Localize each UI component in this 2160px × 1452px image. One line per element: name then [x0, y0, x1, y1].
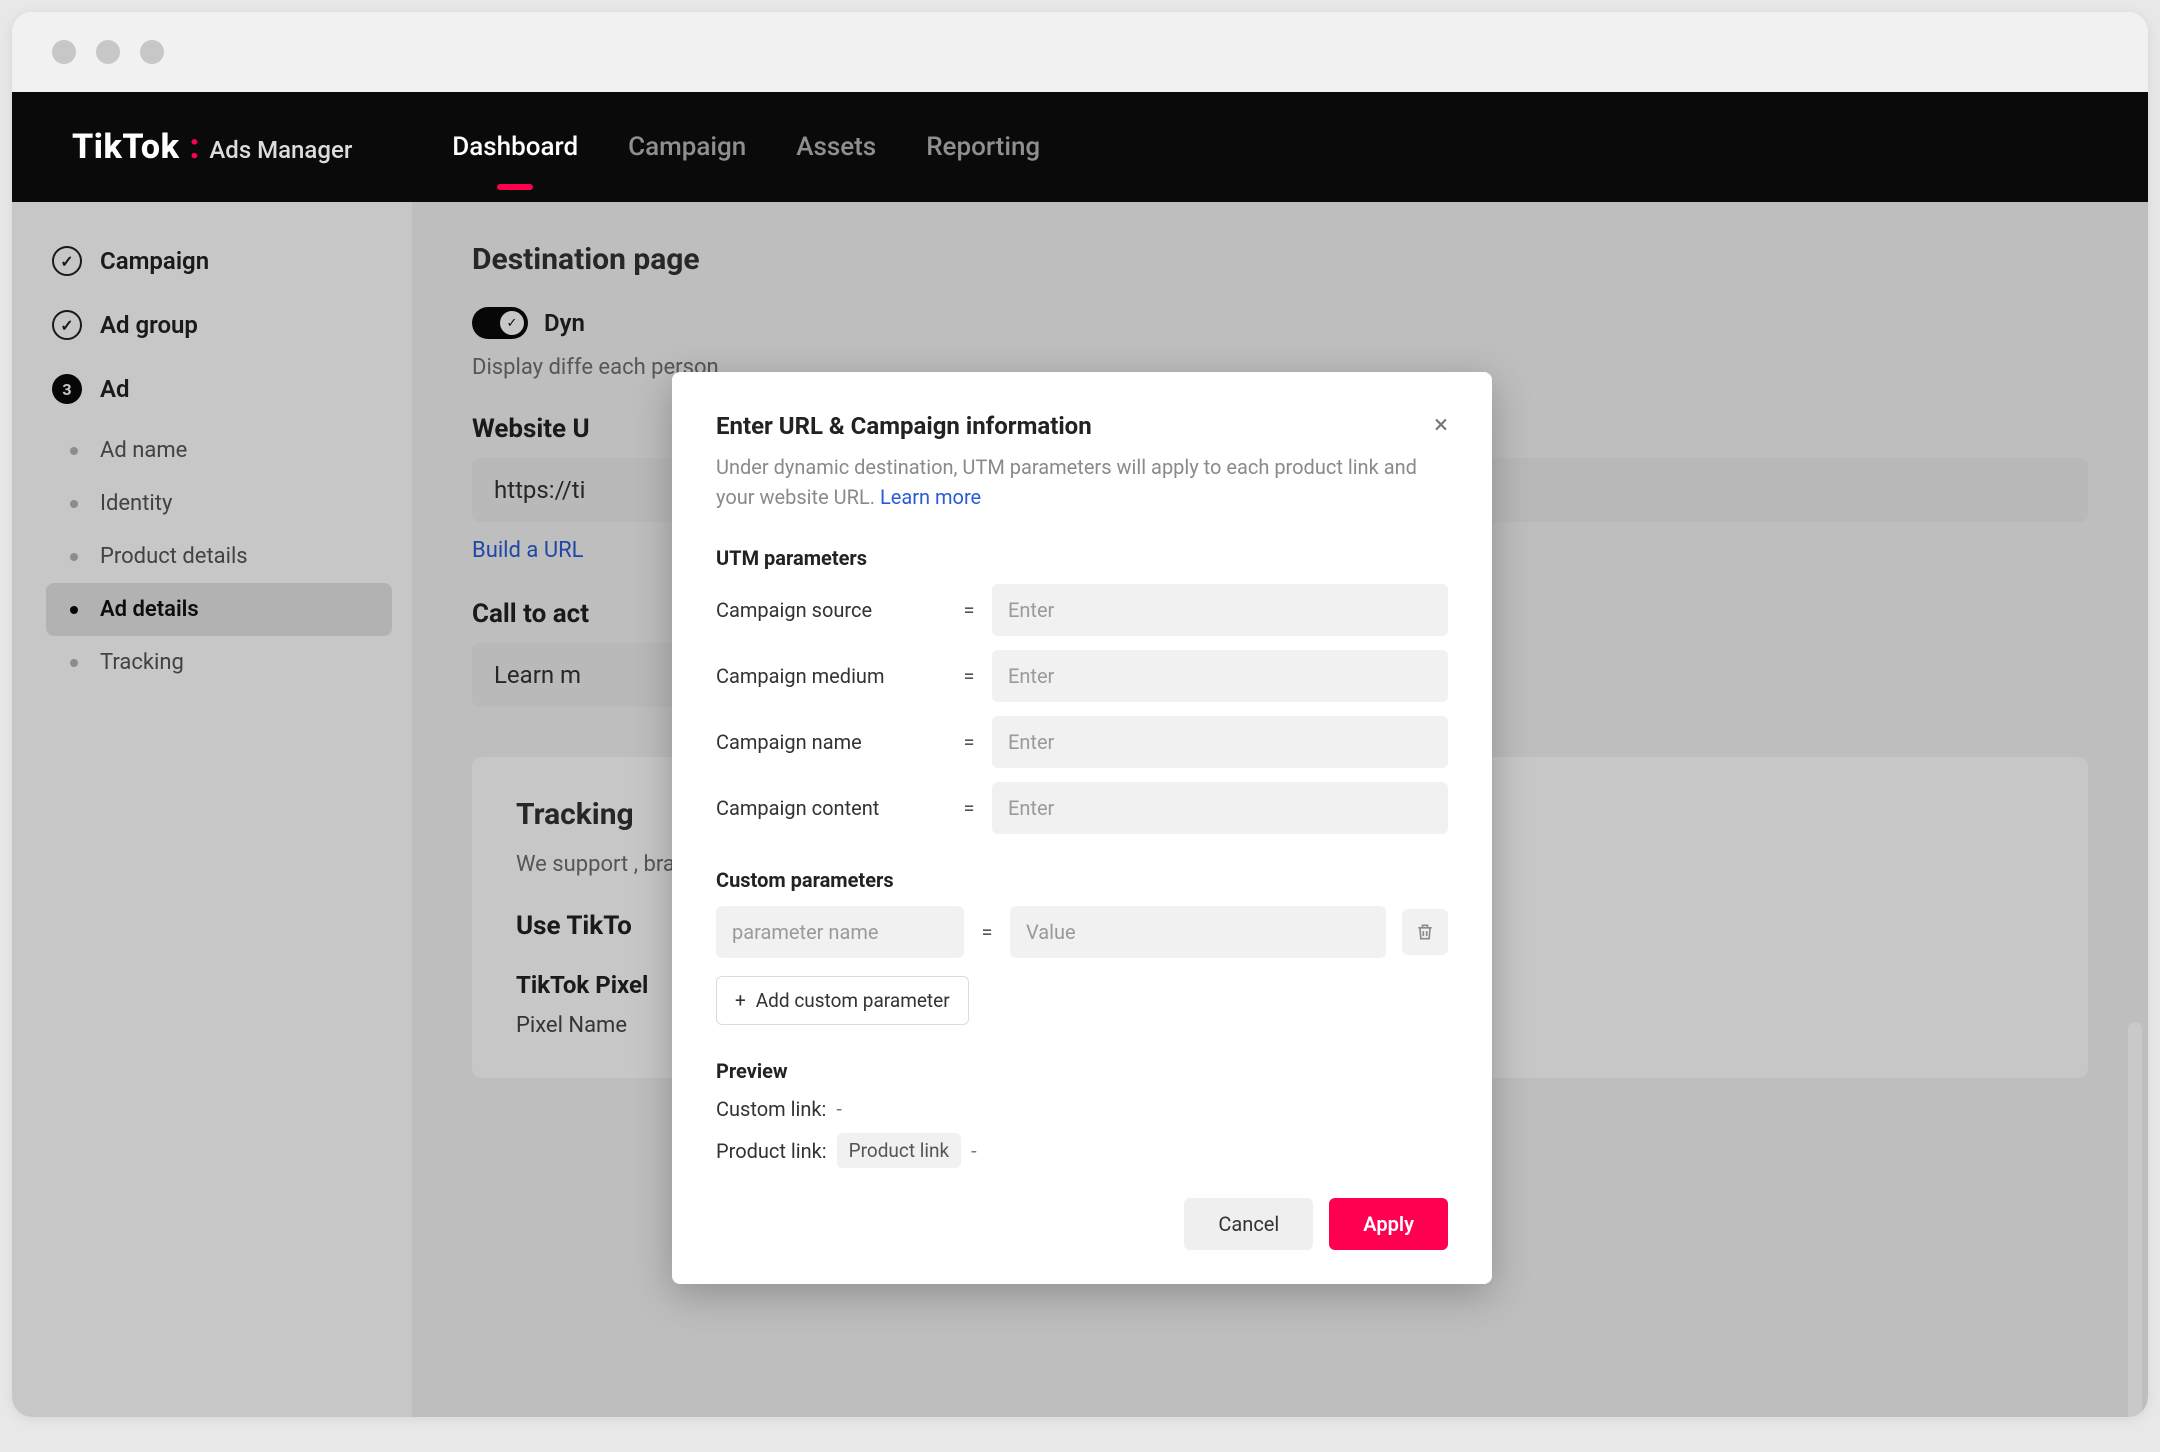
utm-content-label: Campaign content [716, 796, 946, 820]
utm-source-row: Campaign source = [716, 584, 1448, 636]
utm-medium-row: Campaign medium = [716, 650, 1448, 702]
brand-colon: : [189, 127, 199, 167]
url-campaign-modal: Enter URL & Campaign information × Under… [672, 372, 1492, 1284]
delete-param-button[interactable] [1402, 909, 1448, 955]
modal-description-text: Under dynamic destination, UTM parameter… [716, 455, 1417, 509]
modal-header: Enter URL & Campaign information × [716, 412, 1448, 440]
utm-medium-label: Campaign medium [716, 664, 946, 688]
preview-product-label: Product link: [716, 1139, 827, 1163]
equals-icon: = [962, 598, 976, 622]
scrollbar-thumb[interactable] [2128, 1022, 2142, 1417]
preview-custom-value: - [836, 1097, 842, 1121]
browser-frame: TikTok: Ads Manager Dashboard Campaign A… [12, 12, 2148, 1417]
custom-param-value-input[interactable] [1010, 906, 1386, 958]
top-nav: TikTok: Ads Manager Dashboard Campaign A… [12, 92, 2148, 202]
custom-parameters-title: Custom parameters [716, 868, 1448, 892]
equals-icon: = [980, 920, 994, 944]
modal-actions: Cancel Apply [716, 1198, 1448, 1250]
window-minimize-dot[interactable] [96, 40, 120, 64]
window-close-dot[interactable] [52, 40, 76, 64]
custom-param-row: = [716, 906, 1448, 958]
equals-icon: = [962, 796, 976, 820]
equals-icon: = [962, 730, 976, 754]
nav-dashboard[interactable]: Dashboard [452, 132, 578, 162]
product-link-chip: Product link [837, 1133, 962, 1168]
brand-name: TikTok [72, 127, 179, 167]
utm-name-label: Campaign name [716, 730, 946, 754]
plus-icon: + [735, 989, 746, 1012]
preview-product-link-row: Product link: Product link - [716, 1133, 1448, 1168]
utm-source-label: Campaign source [716, 598, 946, 622]
add-button-label: Add custom parameter [756, 989, 950, 1012]
brand-suffix: Ads Manager [209, 136, 352, 164]
utm-name-input[interactable] [992, 716, 1448, 768]
close-icon[interactable]: × [1434, 412, 1448, 438]
trash-icon [1415, 922, 1435, 942]
equals-icon: = [962, 664, 976, 688]
window-maximize-dot[interactable] [140, 40, 164, 64]
preview-custom-label: Custom link: [716, 1097, 826, 1121]
preview-product-suffix: - [971, 1139, 977, 1163]
utm-content-row: Campaign content = [716, 782, 1448, 834]
utm-name-row: Campaign name = [716, 716, 1448, 768]
modal-title: Enter URL & Campaign information [716, 412, 1092, 440]
nav-campaign[interactable]: Campaign [628, 132, 746, 162]
cancel-button[interactable]: Cancel [1184, 1198, 1313, 1250]
nav-reporting[interactable]: Reporting [926, 132, 1040, 162]
window-titlebar [12, 12, 2148, 92]
preview-custom-link-row: Custom link: - [716, 1097, 1448, 1121]
utm-content-input[interactable] [992, 782, 1448, 834]
utm-source-input[interactable] [992, 584, 1448, 636]
learn-more-link[interactable]: Learn more [880, 485, 981, 509]
nav-items: Dashboard Campaign Assets Reporting [452, 132, 1040, 162]
preview-title: Preview [716, 1059, 1448, 1083]
brand: TikTok: Ads Manager [72, 127, 352, 167]
utm-medium-input[interactable] [992, 650, 1448, 702]
add-custom-parameter-button[interactable]: + Add custom parameter [716, 976, 969, 1025]
custom-param-name-input[interactable] [716, 906, 964, 958]
utm-parameters-title: UTM parameters [716, 546, 1448, 570]
nav-assets[interactable]: Assets [796, 132, 876, 162]
apply-button[interactable]: Apply [1329, 1198, 1448, 1250]
modal-description: Under dynamic destination, UTM parameter… [716, 452, 1448, 512]
